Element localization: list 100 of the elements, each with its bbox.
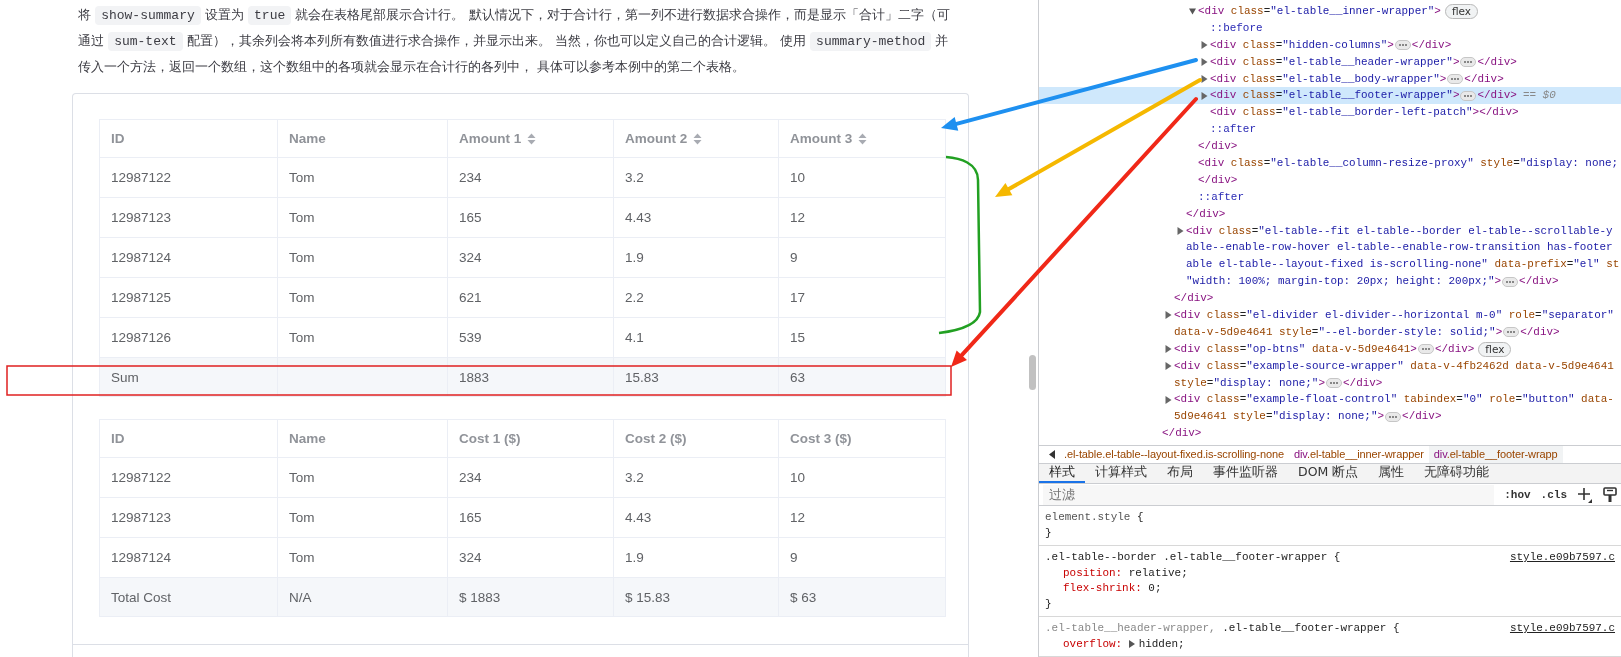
expand-triangle-icon[interactable] <box>1128 640 1135 649</box>
summary-cell: $ 63 <box>779 578 946 617</box>
table-cell: Tom <box>278 158 448 198</box>
table-cell: Tom <box>278 458 448 498</box>
dom-node-line[interactable]: 5d9e4641 style="display: none;"> </div> <box>1039 408 1621 426</box>
table-cell: 17 <box>779 278 946 318</box>
opening-brace: { <box>1392 621 1400 636</box>
dom-node-line[interactable]: <div class="hidden-columns"> </div> <box>1039 36 1621 54</box>
panel-tab[interactable]: 计算样式 <box>1085 464 1157 484</box>
panel-tab[interactable]: 布局 <box>1157 464 1203 484</box>
table-cell: Tom <box>278 198 448 238</box>
breadcrumb[interactable]: div.el-table__footer-wrapp <box>1428 446 1563 464</box>
toggle-button[interactable]: :hov <box>1504 488 1531 501</box>
triangle-icon[interactable] <box>1201 58 1208 67</box>
dom-node-line[interactable]: <div class="op-btns" data-v-5d9e4641> </div> flex <box>1039 340 1621 358</box>
scroll-left-icon[interactable] <box>1049 450 1055 460</box>
table-cell: 1.9 <box>614 238 779 278</box>
dom-node-line[interactable]: <div class="example-source-wrapper" data-v-4fb2462d data-v-5d9e4641 <box>1039 357 1621 375</box>
dom-node-line[interactable]: able el-table--layout-fixed is-scrolling-none" data-prefix="el" st <box>1039 256 1621 274</box>
roller-icon[interactable] <box>1603 486 1617 503</box>
dom-node-line[interactable]: <div class="el-table__header-wrapper"> </div> <box>1039 53 1621 71</box>
ellipsis-icon[interactable] <box>1447 74 1464 84</box>
ellipsis-icon[interactable] <box>1417 344 1434 355</box>
css-declaration[interactable]: flex-shrink: 0; <box>1045 581 1615 597</box>
breadcrumb[interactable]: .el-table.el-table--layout-fixed.is-scrolling-none <box>1059 446 1289 464</box>
scrollbar-thumb[interactable] <box>1029 355 1036 390</box>
dom-node-line[interactable]: able--enable-row-hover el-table--enable-row-transition has-footer <box>1039 239 1621 257</box>
ellipsis-icon[interactable] <box>1326 378 1343 389</box>
ellipsis-icon[interactable] <box>1385 411 1402 422</box>
ellipsis-icon[interactable] <box>1460 90 1477 101</box>
dom-node-line[interactable]: "width: 100%; margin-top: 20px; height: 200px;"> </div> <box>1039 273 1621 291</box>
triangle-icon[interactable] <box>1165 345 1172 354</box>
closing-tag-line[interactable]: </div> <box>1039 138 1621 155</box>
panel-tab[interactable]: DOM 断点 <box>1288 464 1369 484</box>
css-selector[interactable]: element.style <box>1045 510 1131 526</box>
table-cell: Tom <box>278 238 448 278</box>
table-cell: 3.2 <box>614 458 779 498</box>
css-selector[interactable]: .el-table--border .el-table__footer-wrapper <box>1045 550 1328 566</box>
column-header: ID <box>100 420 278 458</box>
triangle-icon[interactable] <box>1201 41 1208 50</box>
toggle-button[interactable]: .cls <box>1540 488 1567 501</box>
breadcrumb[interactable]: div.el-table__inner-wrapper <box>1289 446 1429 464</box>
table-cell: 12987124 <box>100 238 278 278</box>
dom-node-line[interactable]: <div class="el-table__column-resize-proxy" style="display: none; <box>1039 155 1621 172</box>
table-cell: 12 <box>779 198 946 238</box>
triangle-icon[interactable] <box>1201 91 1208 100</box>
closing-tag-line[interactable]: </div> <box>1039 171 1621 189</box>
closing-tag-line[interactable]: </div> <box>1039 425 1621 443</box>
flex-badge[interactable]: flex <box>1444 3 1479 19</box>
table-cell: 10 <box>779 158 946 198</box>
triangle-icon[interactable] <box>1189 7 1196 16</box>
table-cell: 234 <box>448 458 614 498</box>
pseudo-element-line[interactable]: ::after <box>1039 188 1621 206</box>
flex-badge[interactable]: flex <box>1478 341 1512 357</box>
dom-node-line[interactable]: <div class="el-table__inner-wrapper"> flex <box>1039 3 1621 20</box>
opening-brace: { <box>1136 510 1144 525</box>
pseudo-element-line[interactable]: ::before <box>1039 19 1621 37</box>
ellipsis-icon[interactable] <box>1503 327 1520 338</box>
filter-field[interactable]: 过滤 <box>1043 484 1495 505</box>
panel-tab[interactable]: 属性 <box>1368 464 1415 484</box>
dom-node-line[interactable]: <div class="el-table__border-left-patch"></div> <box>1039 104 1621 122</box>
summary-cell: 15.83 <box>614 358 779 397</box>
table-cell: 12987123 <box>100 198 278 238</box>
description-paragraph: 将 show-summary 设置为 true 就会在表格尾部展示合计行。 默认情况下，对于合计行，第一列不进行数据求合操作，而是显示「合计」二字（可通过 sum-text 配置），其余列会将本列所有数值进行求合操作，并显示出来。 当然，你也可以定义自己的合计逻辑。 使用 summary-method 并传入一个方法，返回一个数组，这个数组中的各项就会显示在合计行的各列中， 具体可以参考本例中的第二个表格。 <box>77 5 951 76</box>
closing-tag-line[interactable]: </div> <box>1039 290 1621 308</box>
panel-tab[interactable]: 无障碍功能 <box>1414 464 1500 484</box>
stylesheet-link[interactable]: style.e09b7597.c <box>1509 550 1615 566</box>
dom-node-line[interactable]: data-v-5d9e4641 style="--el-border-style: solid;"> </div> <box>1039 323 1621 341</box>
summary-cell: 63 <box>779 358 946 397</box>
pseudo-element-line[interactable]: ::after <box>1039 121 1621 139</box>
summary-cell: Sum <box>100 358 278 397</box>
dom-node-line[interactable]: <div class="example-float-control" tabindex="0" role="button" data- <box>1039 391 1621 409</box>
ellipsis-icon[interactable] <box>1460 57 1477 68</box>
stylesheet-link[interactable]: style.e09b7597.c <box>1509 621 1615 637</box>
closing-brace: } <box>1045 596 1052 612</box>
summary-cell: N/A <box>278 578 448 617</box>
triangle-icon[interactable] <box>1165 311 1172 320</box>
column-header: Cost 1 ($) <box>448 420 614 458</box>
css-declaration[interactable]: position: relative; <box>1045 565 1615 581</box>
ellipsis-icon[interactable] <box>1502 276 1519 287</box>
table-cell: 12987122 <box>100 158 278 198</box>
dom-node-line[interactable]: <div class="el-divider el-divider--horizontal m-0" role="separator" <box>1039 307 1621 324</box>
table-cell: 12987123 <box>100 498 278 538</box>
triangle-icon[interactable] <box>1165 362 1172 371</box>
css-selector[interactable]: .el-table__header-wrapper, <box>1045 621 1216 637</box>
ellipsis-icon[interactable] <box>1394 40 1411 51</box>
triangle-icon[interactable] <box>1201 75 1208 83</box>
panel-tab[interactable]: 样式 <box>1039 464 1085 484</box>
column-header: Cost 3 ($) <box>779 420 946 458</box>
dom-node-line[interactable]: style="display: none;"> </div> <box>1039 374 1621 392</box>
panel-tab[interactable]: 事件监听器 <box>1203 464 1288 484</box>
css-selector[interactable]: .el-table__footer-wrapper <box>1222 621 1387 637</box>
triangle-icon[interactable] <box>1177 227 1184 235</box>
dom-node-line[interactable]: <div class="el-table__body-wrapper"> </div> <box>1039 70 1621 88</box>
css-declaration[interactable]: overflow: hidden; <box>1045 636 1615 652</box>
column-header: Cost 2 ($) <box>614 420 779 458</box>
triangle-icon[interactable] <box>1165 395 1172 404</box>
closing-tag-line[interactable]: </div> <box>1039 205 1621 223</box>
plus-icon[interactable] <box>1577 486 1593 503</box>
dom-node-line[interactable]: <div class="el-table--fit el-table--border el-table--scrollable-y <box>1039 222 1621 240</box>
